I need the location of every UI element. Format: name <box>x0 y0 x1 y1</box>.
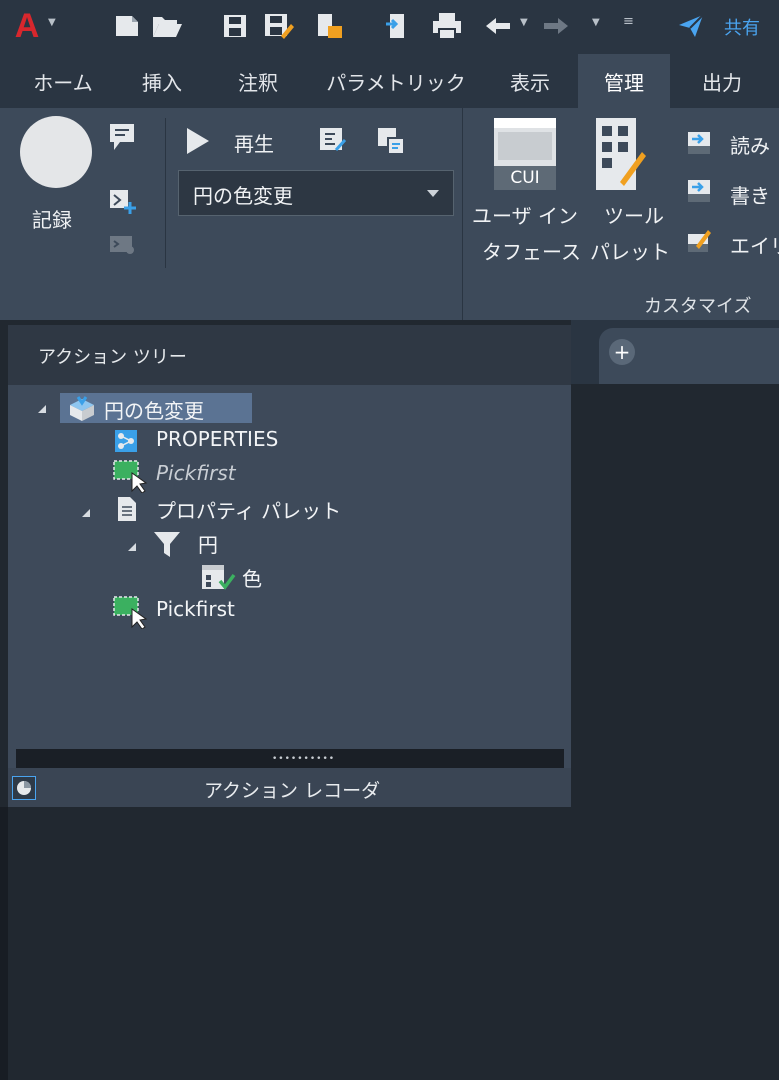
tool-palettes-label-2: パレット <box>590 240 670 264</box>
chevron-down-icon <box>427 190 439 197</box>
palette-title: アクション ツリー <box>38 347 187 368</box>
insert-message-icon[interactable] <box>108 122 136 156</box>
tool-palettes-label-1: ツール <box>604 204 664 228</box>
ribbon-tabs: ホーム 挿入 注釈 パラメトリック 表示 管理 出力 <box>0 54 779 108</box>
collapse-property-palette-icon[interactable] <box>82 509 90 517</box>
pickfirst-selection-icon <box>113 460 148 493</box>
tree-node-pickfirst-italic[interactable]: Pickfirst <box>156 461 236 485</box>
tree-node-color[interactable]: 色 <box>242 563 262 592</box>
tool-palettes-icon[interactable] <box>594 116 646 200</box>
action-tree: 円の色変更 PROPERTIES Pickfirst プロパティ パレット 円 … <box>16 385 564 749</box>
ribbon-separator <box>165 118 166 268</box>
collapse-root-icon[interactable] <box>38 405 46 413</box>
tab-annotate-label: 注釈 <box>238 70 278 95</box>
tab-parametric-label: パラメトリック <box>326 70 466 95</box>
play-label[interactable]: 再生 <box>234 128 274 157</box>
tab-output-label: 出力 <box>702 70 742 95</box>
recorder-title: アクション レコーダ <box>204 780 381 802</box>
import-customizations-icon[interactable] <box>686 130 712 160</box>
request-user-input-icon[interactable] <box>108 188 138 220</box>
open-from-mobile-icon[interactable] <box>382 10 412 42</box>
application-menu-dropdown-icon[interactable]: ▼ <box>48 17 56 28</box>
collapse-circle-icon[interactable] <box>128 543 136 551</box>
customize-qat-icon[interactable]: ≡ <box>623 14 634 29</box>
plus-icon[interactable]: + <box>609 339 635 365</box>
manage-macros-icon[interactable] <box>376 126 406 160</box>
export-customizations-icon[interactable] <box>686 178 712 208</box>
macro-select[interactable]: 円の色変更 <box>178 170 454 216</box>
user-interface-label-2: タフェース <box>482 240 581 264</box>
tab-insert[interactable]: 挿入 <box>122 54 202 108</box>
document-icon <box>118 497 136 521</box>
tab-view-label: 表示 <box>510 70 550 95</box>
cui-badge: CUI <box>510 168 540 188</box>
tree-node-properties[interactable]: PROPERTIES <box>156 427 278 451</box>
save-as-icon[interactable] <box>262 10 296 42</box>
recorder-icon <box>17 781 31 795</box>
drawing-area: + <box>571 320 779 1080</box>
tree-node-property-palette[interactable]: プロパティ パレット <box>156 495 341 524</box>
tree-node-root[interactable]: 円の色変更 <box>60 393 252 423</box>
macro-icon <box>70 396 94 421</box>
tab-parametric[interactable]: パラメトリック <box>316 54 476 108</box>
redo-dropdown-icon[interactable]: ▼ <box>592 17 600 28</box>
save-to-web-icon[interactable] <box>312 10 346 42</box>
customize-panel-title: カスタマイズ <box>644 296 752 317</box>
palette-header: アクション ツリー <box>8 325 571 385</box>
file-tabs-strip: + <box>571 320 779 384</box>
edit-aliases-icon[interactable] <box>686 228 712 258</box>
user-interface-icon[interactable]: CUI <box>492 116 558 192</box>
palette-menu-button[interactable] <box>12 776 36 800</box>
command-icon <box>115 430 137 452</box>
drawing-canvas[interactable] <box>571 384 779 1080</box>
ribbon-separator <box>462 108 463 320</box>
autocad-logo-icon: A <box>14 6 40 45</box>
new-file-icon[interactable] <box>112 10 142 42</box>
insert-base-point-icon[interactable] <box>108 232 138 262</box>
tab-insert-label: 挿入 <box>142 70 182 95</box>
application-menu-button[interactable]: A <box>10 7 44 45</box>
tab-home-label: ホーム <box>33 70 93 95</box>
tab-home[interactable]: ホーム <box>18 54 108 108</box>
redo-icon[interactable] <box>538 10 572 42</box>
tab-view[interactable]: 表示 <box>490 54 570 108</box>
export-label[interactable]: 書き <box>730 180 770 209</box>
save-icon[interactable] <box>220 10 250 42</box>
ribbon-panel: 記録 再生 円の色変更 CUI ユーザ イン タフェース ツール パレット 読み… <box>0 108 779 320</box>
tab-manage[interactable]: 管理 <box>578 54 670 108</box>
macro-select-value: 円の色変更 <box>193 184 293 208</box>
tab-output[interactable]: 出力 <box>682 54 762 108</box>
grip-icon: •••••••••• <box>272 754 336 764</box>
palette-splitter[interactable]: •••••••••• <box>16 749 564 768</box>
share-send-icon[interactable] <box>676 10 706 42</box>
tree-node-circle[interactable]: 円 <box>198 529 218 558</box>
filter-icon <box>154 532 180 557</box>
undo-dropdown-icon[interactable]: ▼ <box>520 17 528 28</box>
window-left-edge <box>0 807 8 1080</box>
action-recorder-bar: アクション レコーダ <box>8 768 571 807</box>
tab-manage-label: 管理 <box>604 70 644 95</box>
action-tree-palette: アクション ツリー 円の色変更 PROPERTIES Pickfirst プロパ… <box>8 325 571 807</box>
import-label[interactable]: 読み <box>730 130 770 159</box>
plus-symbol: + <box>613 340 631 364</box>
property-value-icon <box>202 565 236 590</box>
user-interface-label-1: ユーザ イン <box>472 204 578 228</box>
tree-node-root-label: 円の色変更 <box>104 399 204 423</box>
tab-annotate[interactable]: 注釈 <box>218 54 298 108</box>
record-label: 記録 <box>32 208 72 232</box>
preference-icon[interactable] <box>318 126 348 160</box>
record-button[interactable] <box>20 116 92 188</box>
open-folder-icon[interactable] <box>150 10 184 42</box>
quick-access-toolbar: A ▼ ▼ ▼ ≡ 共有 <box>0 0 779 54</box>
tree-node-pickfirst[interactable]: Pickfirst <box>156 597 235 621</box>
plot-icon[interactable] <box>430 10 464 42</box>
alias-label[interactable]: エイリ <box>730 230 779 259</box>
undo-icon[interactable] <box>482 10 516 42</box>
play-icon[interactable] <box>184 126 212 160</box>
pickfirst-selection-icon <box>113 596 148 629</box>
share-label[interactable]: 共有 <box>724 14 760 40</box>
